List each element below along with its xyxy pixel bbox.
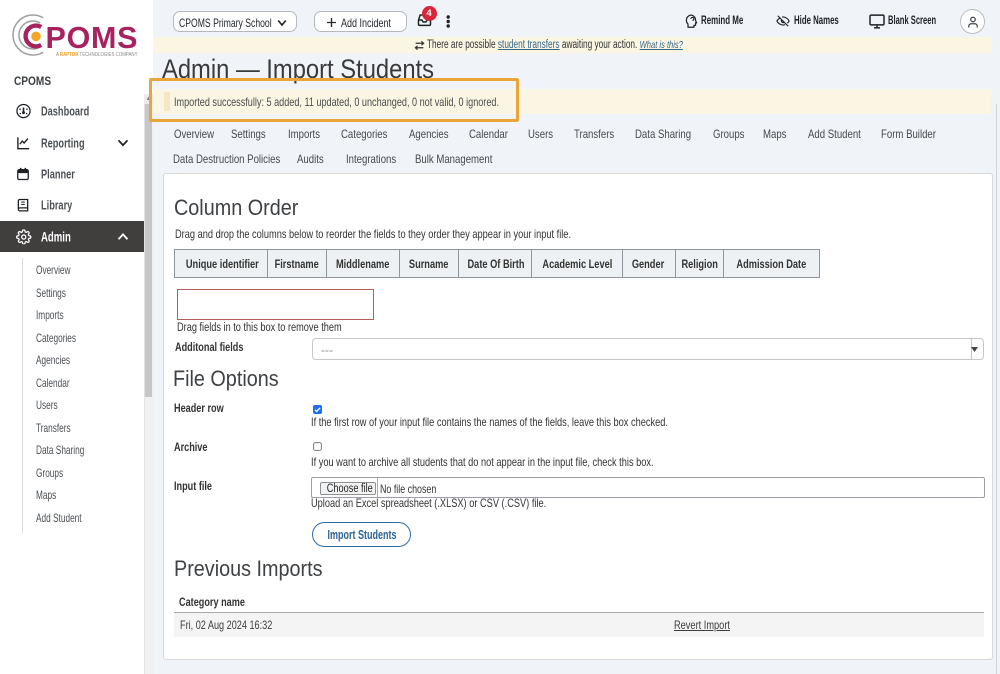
svg-text:A RAPTOR TECHNOLOGIES COMPANY: A RAPTOR TECHNOLOGIES COMPANY	[56, 52, 138, 58]
svg-text:POMS: POMS	[46, 21, 138, 55]
